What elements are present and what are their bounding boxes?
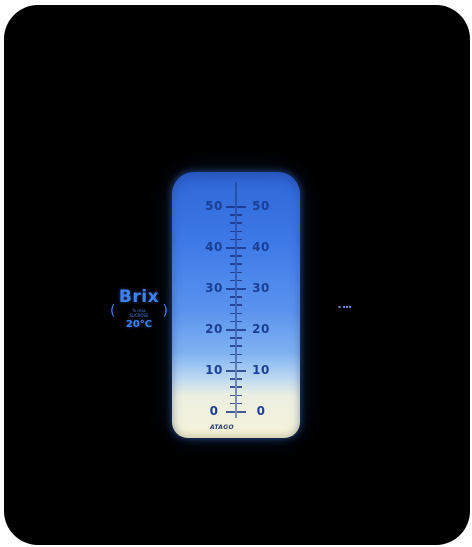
minor-tick-right [237, 255, 242, 257]
major-tick-left [226, 370, 235, 372]
scale-label-right: 0 [256, 404, 266, 418]
minor-tick-right [237, 361, 242, 364]
minor-tick-right [237, 271, 242, 274]
major-tick-right [237, 329, 246, 331]
minor-tick-left [230, 378, 235, 380]
brix-unit-line2: SUCROSE [129, 313, 149, 318]
scale-center-line [235, 182, 237, 418]
minor-tick-left [230, 263, 235, 265]
minor-tick-right [237, 238, 242, 241]
side-mark: ▪ ▪▪▪ [338, 304, 352, 309]
minor-tick-left [230, 222, 235, 224]
major-tick-right [237, 247, 246, 249]
scale-label-right: 20 [252, 322, 270, 336]
scale-label-left: 40 [205, 240, 223, 254]
minor-tick-left [230, 394, 235, 397]
major-tick-left [226, 206, 235, 208]
major-tick-left [226, 411, 235, 413]
major-tick-left [226, 329, 235, 331]
minor-tick-left [230, 386, 235, 388]
scale-label-left: 0 [209, 404, 219, 418]
minor-tick-left [230, 238, 235, 241]
scale-label-left: 20 [205, 322, 223, 336]
minor-tick-left [230, 214, 235, 216]
brix-unit-label: % mas SUCROSE [110, 304, 168, 319]
minor-tick-right [237, 337, 242, 339]
minor-tick-right [237, 222, 242, 224]
brand-logo: ATAGO [210, 424, 234, 431]
minor-tick-right [237, 378, 242, 380]
minor-tick-left [230, 345, 235, 347]
minor-tick-right [237, 296, 242, 298]
scale-label-right: 50 [252, 199, 270, 213]
scale-label-left: 50 [205, 199, 223, 213]
brix-legend: Brix % mas SUCROSE 20°C [108, 288, 170, 330]
major-tick-right [237, 411, 246, 413]
brix-temperature: 20°C [125, 319, 153, 330]
minor-tick-right [237, 353, 242, 356]
minor-tick-left [230, 353, 235, 356]
minor-tick-left [230, 279, 235, 282]
minor-tick-left [230, 304, 235, 306]
minor-tick-left [230, 312, 235, 315]
minor-tick-left [230, 337, 235, 339]
minor-tick-right [237, 263, 242, 265]
viewfinder-frame: ATAGO 50 40 30 20 10 0 50 40 30 20 10 0 Brix % mas … [4, 5, 470, 545]
major-tick-right [237, 288, 246, 290]
minor-tick-right [237, 386, 242, 388]
minor-tick-right [237, 312, 242, 315]
refractometer-scale-window: ATAGO 50 40 30 20 10 0 50 40 30 20 10 0 [172, 172, 300, 438]
minor-tick-left [230, 296, 235, 298]
scale-label-right: 30 [252, 281, 270, 295]
scale-label-left: 10 [205, 363, 223, 377]
minor-tick-left [230, 402, 235, 405]
brix-title: Brix [118, 287, 160, 307]
minor-tick-right [237, 402, 242, 405]
minor-tick-right [237, 230, 242, 233]
scale-label-right: 10 [252, 363, 270, 377]
minor-tick-right [237, 345, 242, 347]
minor-tick-left [230, 320, 235, 323]
minor-tick-right [237, 214, 242, 216]
minor-tick-left [230, 230, 235, 233]
minor-tick-right [237, 320, 242, 323]
major-tick-left [226, 247, 235, 249]
major-tick-right [237, 206, 246, 208]
scale-label-left: 30 [205, 281, 223, 295]
minor-tick-left [230, 361, 235, 364]
minor-tick-left [230, 271, 235, 274]
major-tick-left [226, 288, 235, 290]
minor-tick-left [230, 255, 235, 257]
major-tick-right [237, 370, 246, 372]
minor-tick-right [237, 279, 242, 282]
scale-label-right: 40 [252, 240, 270, 254]
minor-tick-right [237, 304, 242, 306]
minor-tick-right [237, 394, 242, 397]
